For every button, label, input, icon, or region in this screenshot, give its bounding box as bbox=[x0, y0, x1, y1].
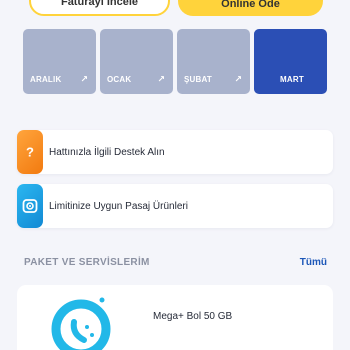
month-tab-ocak[interactable]: OCAK ↗ bbox=[100, 29, 173, 94]
support-accent: ? bbox=[17, 130, 43, 174]
arrow-up-right-icon: ↗ bbox=[157, 74, 165, 84]
month-tab-mart[interactable]: MART bbox=[254, 29, 327, 94]
view-invoice-label: Faturayı İncele bbox=[60, 0, 139, 8]
svg-text:?: ? bbox=[26, 145, 34, 159]
packages-section-header: PAKET VE SERVİSLERİM Tümü bbox=[24, 257, 327, 268]
shopping-accent bbox=[17, 184, 43, 228]
arrow-up-right-icon: ↗ bbox=[80, 74, 88, 84]
see-all-link[interactable]: Tümü bbox=[300, 257, 327, 268]
shopping-card-label: Limitinize Uygun Pasaj Ürünleri bbox=[49, 200, 188, 212]
month-selector: ARALIK ↗ OCAK ↗ ŞUBAT ↗ MART bbox=[23, 29, 327, 94]
package-name: Mega+ Bol 50 GB bbox=[153, 311, 233, 322]
section-title: PAKET VE SERVİSLERİM bbox=[24, 257, 150, 268]
shopping-icon bbox=[22, 199, 38, 213]
package-card[interactable]: Mega+ Bol 50 GB bbox=[17, 285, 333, 350]
month-tab-subat[interactable]: ŞUBAT ↗ bbox=[177, 29, 250, 94]
month-label: ŞUBAT bbox=[184, 75, 212, 84]
month-label: ARALIK bbox=[30, 75, 62, 84]
pay-online-button[interactable]: Online Öde bbox=[178, 0, 323, 16]
pay-online-label: Online Öde bbox=[221, 0, 280, 10]
month-label: OCAK bbox=[107, 75, 132, 84]
invoice-actions: Faturayı İncele Online Öde bbox=[29, 0, 323, 16]
month-label: MART bbox=[280, 75, 304, 84]
phone-call-icon bbox=[51, 297, 111, 350]
arrow-up-right-icon: ↗ bbox=[234, 74, 242, 84]
month-tab-aralik[interactable]: ARALIK ↗ bbox=[23, 29, 96, 94]
support-card[interactable]: ? Hattınızla İlgili Destek Alın bbox=[17, 130, 333, 174]
shopping-card[interactable]: Limitinize Uygun Pasaj Ürünleri bbox=[17, 184, 333, 228]
support-card-label: Hattınızla İlgili Destek Alın bbox=[49, 146, 165, 158]
view-invoice-button[interactable]: Faturayı İncele bbox=[29, 0, 170, 16]
question-icon: ? bbox=[26, 145, 34, 159]
